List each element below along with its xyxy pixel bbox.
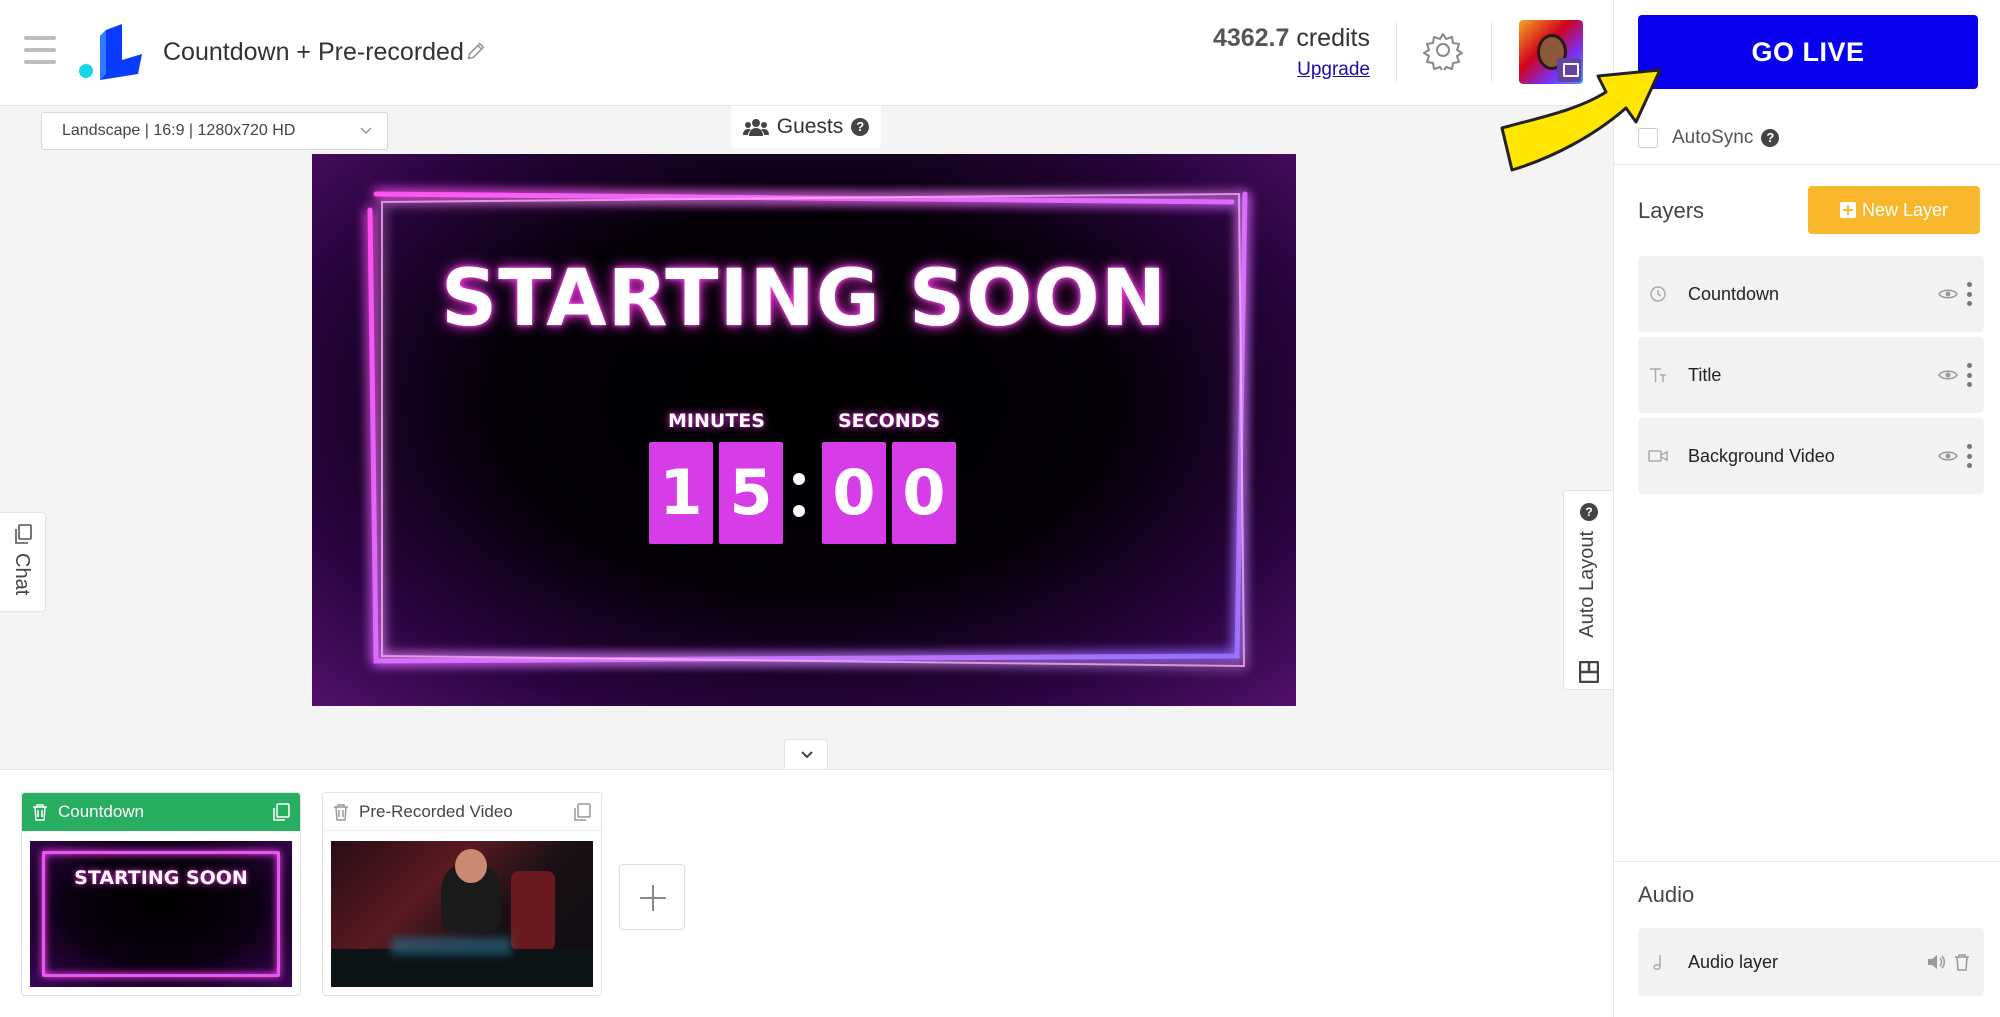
scene-name: Countdown bbox=[58, 802, 145, 821]
audio-title: Audio bbox=[1638, 882, 1695, 907]
autosync-label: AutoSync bbox=[1672, 127, 1754, 148]
layer-item-title[interactable]: Title bbox=[1638, 337, 1984, 413]
divider bbox=[1491, 22, 1492, 82]
help-icon[interactable]: ? bbox=[1580, 503, 1598, 521]
app-logo[interactable] bbox=[78, 24, 148, 80]
project-title: Countdown + Pre-recorded bbox=[163, 38, 464, 66]
auto-layout-tab[interactable]: ? Auto Layout bbox=[1563, 490, 1613, 690]
canvas-workarea: Landscape | 16:9 | 1280x720 HD Guests ? … bbox=[0, 106, 1613, 769]
layer-item-countdown[interactable]: Countdown bbox=[1638, 256, 1984, 332]
audio-layer-item[interactable]: Audio layer bbox=[1638, 928, 1984, 996]
text-icon bbox=[1650, 368, 1666, 382]
kebab-menu-icon[interactable] bbox=[1966, 282, 1972, 306]
layer-name: Background Video bbox=[1688, 445, 1835, 466]
countdown-digit: 1 bbox=[649, 442, 713, 544]
credits-amount: 4362.7 bbox=[1212, 24, 1290, 52]
audio-layer-name: Audio layer bbox=[1688, 951, 1779, 972]
help-icon[interactable]: ? bbox=[851, 118, 870, 136]
neon-frame bbox=[367, 191, 1248, 668]
thumbnail-title: STARTING SOON bbox=[74, 867, 248, 889]
divider bbox=[1614, 861, 2000, 862]
scene-thumbnail: STARTING SOON bbox=[30, 841, 292, 987]
countdown-digit: 0 bbox=[892, 442, 956, 544]
kebab-menu-icon[interactable] bbox=[1966, 363, 1972, 387]
gear-icon[interactable] bbox=[1423, 30, 1463, 70]
go-live-button[interactable]: GO LIVE bbox=[1638, 15, 1978, 89]
kebab-menu-icon[interactable] bbox=[1966, 444, 1972, 468]
layer-name: Countdown bbox=[1688, 283, 1780, 304]
countdown-colon bbox=[792, 467, 806, 525]
chat-window-icon bbox=[15, 524, 32, 544]
eye-icon[interactable] bbox=[1938, 368, 1958, 382]
collapse-scenes-button[interactable] bbox=[784, 739, 828, 769]
seconds-label: SECONDS bbox=[838, 410, 941, 432]
duplicate-icon[interactable] bbox=[573, 802, 591, 821]
duplicate-icon[interactable] bbox=[272, 803, 290, 821]
top-bar: Countdown + Pre-recorded 4362.7 credits … bbox=[0, 0, 1613, 106]
speaker-icon[interactable] bbox=[1926, 954, 1946, 970]
scene-thumbnail bbox=[331, 841, 593, 987]
music-note-icon bbox=[1653, 955, 1661, 970]
layer-item-background-video[interactable]: Background Video bbox=[1638, 418, 1984, 494]
format-select-value: Landscape | 16:9 | 1280x720 HD bbox=[62, 122, 296, 139]
scene-card-countdown[interactable]: Countdown STARTING SOON bbox=[21, 792, 301, 996]
chat-tab[interactable]: Chat bbox=[0, 512, 46, 612]
guests-button[interactable]: Guests ? bbox=[731, 106, 881, 148]
minutes-label: MINUTES bbox=[668, 410, 765, 432]
scene-card-pre-recorded-video[interactable]: Pre-Recorded Video bbox=[322, 792, 602, 996]
chevron-down-icon bbox=[360, 127, 372, 135]
video-camera-icon bbox=[1648, 450, 1668, 462]
layout-icon bbox=[1579, 661, 1599, 683]
new-layer-label: New Layer bbox=[1861, 199, 1949, 220]
format-select[interactable]: Landscape | 16:9 | 1280x720 HD bbox=[41, 112, 388, 150]
scenes-bar: Countdown STARTING SOON Pre-Recorded Vid… bbox=[0, 769, 1613, 1017]
eye-icon[interactable] bbox=[1938, 287, 1958, 301]
auto-layout-label: Auto Layout bbox=[1576, 531, 1598, 638]
help-icon[interactable]: ? bbox=[1761, 129, 1780, 147]
scene-name: Pre-Recorded Video bbox=[359, 801, 513, 821]
chevron-down-icon bbox=[801, 751, 813, 759]
trash-icon[interactable] bbox=[32, 803, 48, 821]
trash-icon[interactable] bbox=[1954, 953, 1970, 971]
guests-label: Guests bbox=[776, 115, 844, 138]
countdown-digit: 0 bbox=[822, 442, 886, 544]
plus-icon bbox=[1839, 202, 1856, 218]
chat-label: Chat bbox=[11, 553, 33, 596]
credits-display: 4362.7 credits Upgrade bbox=[1213, 24, 1370, 81]
upgrade-link[interactable]: Upgrade bbox=[1213, 59, 1370, 81]
countdown-digit: 5 bbox=[719, 442, 783, 544]
stage-title: STARTING SOON bbox=[440, 254, 1167, 344]
edit-pencil-icon[interactable] bbox=[465, 40, 487, 62]
divider bbox=[1396, 22, 1397, 82]
new-layer-button[interactable]: New Layer bbox=[1808, 186, 1980, 234]
layer-name: Title bbox=[1688, 364, 1722, 385]
clock-icon bbox=[1650, 286, 1666, 302]
eye-icon[interactable] bbox=[1938, 449, 1958, 463]
users-icon bbox=[742, 119, 769, 136]
stage-preview[interactable]: STARTING SOON MINUTES SECONDS 1 5 0 0 bbox=[312, 154, 1296, 706]
credits-unit: credits bbox=[1296, 24, 1370, 52]
hamburger-menu-icon[interactable] bbox=[24, 36, 56, 66]
add-scene-button[interactable] bbox=[619, 864, 685, 930]
arrow-icon bbox=[1500, 68, 1662, 172]
trash-icon[interactable] bbox=[333, 803, 349, 821]
layers-title: Layers bbox=[1638, 198, 1705, 223]
